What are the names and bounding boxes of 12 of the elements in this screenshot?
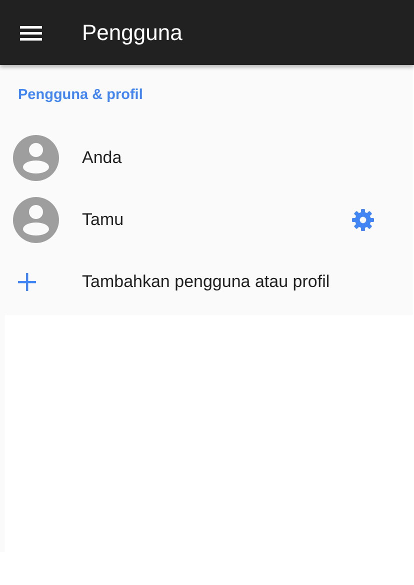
add-user-button[interactable]: Tambahkan pengguna atau profil <box>0 251 413 313</box>
menu-button[interactable] <box>20 24 42 42</box>
user-name[interactable]: Anda <box>82 145 122 171</box>
menu-icon <box>20 24 42 42</box>
section-header: Pengguna & profil <box>17 86 144 105</box>
user-name[interactable]: Tamu <box>82 207 124 233</box>
avatar-icon <box>13 135 59 181</box>
screen-title: Pengguna <box>82 19 182 47</box>
plus-icon <box>18 273 36 291</box>
avatar-icon <box>13 197 59 243</box>
settings-button[interactable] <box>351 208 375 232</box>
settings-icon <box>351 208 375 232</box>
